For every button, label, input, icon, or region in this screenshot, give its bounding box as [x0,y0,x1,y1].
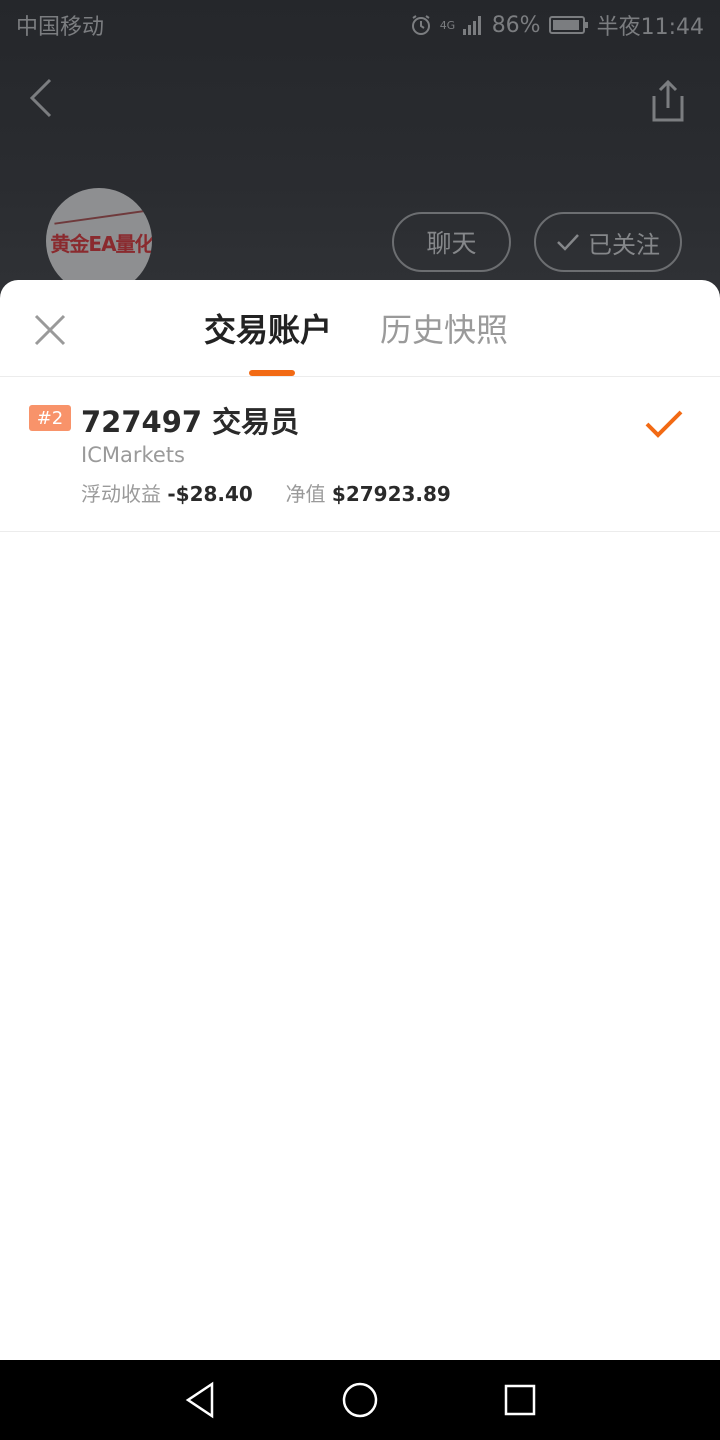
back-button[interactable] [22,74,62,122]
avatar[interactable]: 黄金EA量化 [46,188,152,294]
sheet-header: 交易账户 历史快照 [0,280,720,377]
floating-profit-label: 浮动收益 [81,482,161,506]
triangle-back-icon [185,1381,214,1419]
tab-history-snapshot[interactable]: 历史快照 [380,308,508,352]
circle-home-icon [342,1382,378,1418]
equity-value: $27923.89 [331,482,451,506]
network-type-label: 4G [439,18,456,32]
active-tab-indicator [249,370,295,376]
chat-button-label: 聊天 [426,229,477,258]
floating-profit-value: -$28.40 [167,482,253,506]
account-list-item[interactable]: #2 727497 交易员 ICMarkets 浮动收益 -$28.40 净值 … [0,377,720,532]
status-icons: 4G 86% 半夜11:44 [410,9,704,41]
close-button[interactable] [30,310,70,350]
clock-label: 半夜11:44 [596,15,704,40]
follow-button[interactable]: 已关注 [534,212,682,272]
avatar-chart-line [54,209,150,225]
carrier-label: 中国移动 [16,15,105,40]
navigation-bar [0,1360,720,1440]
share-button[interactable] [646,78,690,124]
close-icon [34,314,66,346]
broker-name: ICMarkets [81,443,185,467]
battery-icon [548,15,589,35]
follow-button-label: 已关注 [588,230,660,259]
nav-home-button[interactable] [338,1378,382,1422]
background-page: 中国移动 4G 86% 半夜11:44 黄金EA量化 聊天 已关注 [0,0,720,300]
signal-icon [462,15,484,35]
battery-percent: 86% [491,12,541,38]
account-metrics: 浮动收益 -$28.40 净值 $27923.89 [81,478,451,507]
square-recents-icon [504,1384,536,1416]
nav-back-button[interactable] [178,1378,222,1422]
account-title: 727497 交易员 [81,405,300,439]
equity-label: 净值 [285,482,326,506]
status-bar: 中国移动 4G 86% 半夜11:44 [0,0,720,50]
rank-badge: #2 [29,405,71,431]
selected-check-icon [645,410,683,438]
tab-trading-account[interactable]: 交易账户 [204,308,332,352]
share-icon [652,79,684,122]
check-icon [557,234,579,251]
nav-recents-button[interactable] [498,1378,542,1422]
chevron-left-icon [29,78,52,118]
chat-button[interactable]: 聊天 [392,212,511,272]
alarm-icon [410,14,432,36]
avatar-logo-text: 黄金EA量化 [50,232,152,256]
account-sheet: 交易账户 历史快照 #2 727497 交易员 ICMarkets 浮动收益 -… [0,280,720,1360]
